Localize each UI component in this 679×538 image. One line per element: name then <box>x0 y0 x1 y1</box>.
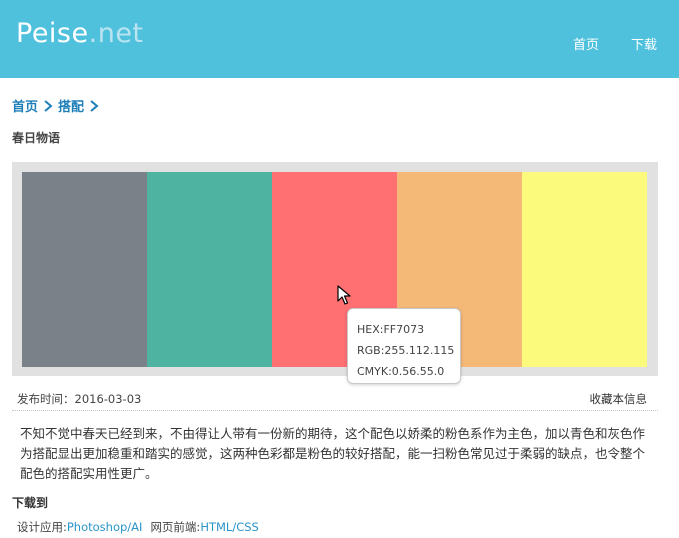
design-app-label: 设计应用: <box>17 520 67 534</box>
publish-date: 发布时间：2016-03-03 <box>17 392 142 406</box>
site-logo[interactable]: Peise.net <box>16 18 144 50</box>
html-css-link[interactable]: HTML/CSS <box>200 520 259 534</box>
chevron-right-icon <box>90 99 99 112</box>
tooltip-hex: HEX:FF7073 <box>357 323 425 336</box>
chevron-right-icon <box>44 99 53 112</box>
logo-text-domain: .net <box>88 18 144 49</box>
color-swatch-1[interactable] <box>22 172 147 367</box>
tooltip-cmyk: CMYK:0.56.55.0 <box>357 365 445 378</box>
tooltip-rgb: RGB:255.112.115 <box>357 344 455 357</box>
nav-download-link[interactable]: 下载 <box>631 34 657 53</box>
web-frontend-label: 网页前端: <box>150 520 201 534</box>
nav-home-link[interactable]: 首页 <box>573 34 599 53</box>
breadcrumb-home[interactable]: 首页 <box>12 96 38 115</box>
favorite-link[interactable]: 收藏本信息 <box>590 391 648 407</box>
color-info-tooltip: HEX:FF7073 RGB:255.112.115 CMYK:0.56.55.… <box>347 308 461 384</box>
mouse-pointer-icon <box>337 285 351 305</box>
breadcrumb: 首页 搭配 <box>12 96 104 115</box>
color-palette <box>12 162 658 376</box>
color-swatch-2[interactable] <box>147 172 272 367</box>
description-text: 不知不觉中春天已经到来，不由得让人带有一份新的期待，这个配色以娇柔的粉色系作为主… <box>20 426 646 481</box>
page-title: 春日物语 <box>12 131 61 145</box>
logo-text-main: Peise <box>16 18 89 49</box>
photoshop-ai-link[interactable]: Photoshop/AI <box>67 520 143 534</box>
color-swatch-5[interactable] <box>522 172 647 367</box>
top-bar: Peise.net 首页 下载 <box>0 0 679 78</box>
breadcrumb-match[interactable]: 搭配 <box>58 96 84 115</box>
divider <box>12 410 658 411</box>
download-section-title: 下载到 <box>12 496 49 510</box>
download-links: 设计应用:Photoshop/AI 网页前端:HTML/CSS <box>17 519 259 535</box>
